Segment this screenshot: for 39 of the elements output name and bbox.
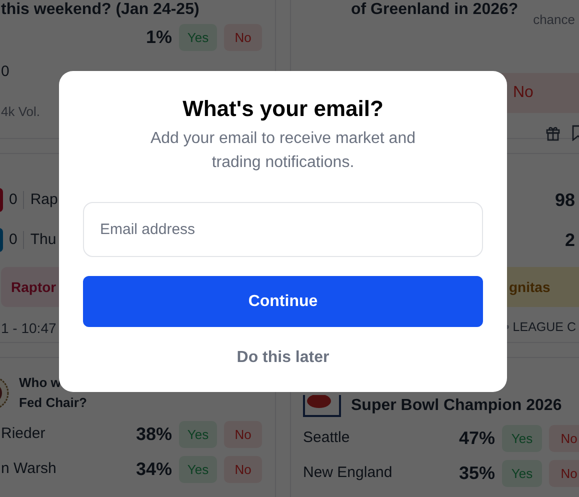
yes-button[interactable]: Yes <box>502 460 542 487</box>
chance-value: 2 <box>564 228 576 252</box>
market-title: this weekend? (Jan 24-25) <box>1 0 200 20</box>
later-button[interactable]: Do this later <box>230 345 336 371</box>
dialog-title: What's your email? <box>182 95 384 123</box>
no-button[interactable]: No <box>224 24 262 51</box>
outcome-label: Seattle <box>303 428 351 448</box>
chance-value: 38% <box>136 423 172 446</box>
market-title: of Greenland in 2026? <box>351 0 518 20</box>
team-name: Thu <box>30 230 56 250</box>
no-button[interactable]: No <box>549 460 579 487</box>
chance-value: 34% <box>136 458 172 481</box>
game-status: LEAGUE C <box>512 319 576 336</box>
no-button[interactable]: No <box>224 421 262 448</box>
team-score: 0 <box>9 230 18 250</box>
outcome-label: n Warsh <box>1 459 58 480</box>
chance-label: chance <box>533 11 575 29</box>
dialog-subtitle: Add your email to receive market and trading notifications. <box>149 129 416 173</box>
email-field[interactable]: Email address <box>83 202 483 257</box>
yes-button[interactable]: Yes <box>179 24 217 51</box>
team-score: 0 <box>9 190 18 210</box>
game-status: 1 - 10:47 <box>1 319 56 338</box>
yes-button[interactable]: Yes <box>502 425 542 452</box>
chance-value: 47% <box>458 427 495 450</box>
chance-value: 1% <box>146 26 172 49</box>
outcome-label: Rieder <box>1 424 46 444</box>
chance-value: 35% <box>458 462 495 485</box>
market-title: Super Bowl Champion 2026 <box>351 396 562 416</box>
market-title: Fed Chair? <box>19 394 87 412</box>
yes-button[interactable]: Yes <box>179 456 217 483</box>
yes-button[interactable]: Yes <box>179 421 217 448</box>
outcome-label: 0 <box>1 62 10 82</box>
no-button[interactable]: No <box>224 456 262 483</box>
team-name: Rap <box>30 190 58 210</box>
no-button[interactable]: No <box>549 425 579 452</box>
outcome-label: New England <box>303 463 394 484</box>
volume-text: 4k Vol. <box>1 104 40 119</box>
continue-button[interactable]: Continue <box>83 276 483 327</box>
chance-value: 98 <box>554 188 576 212</box>
